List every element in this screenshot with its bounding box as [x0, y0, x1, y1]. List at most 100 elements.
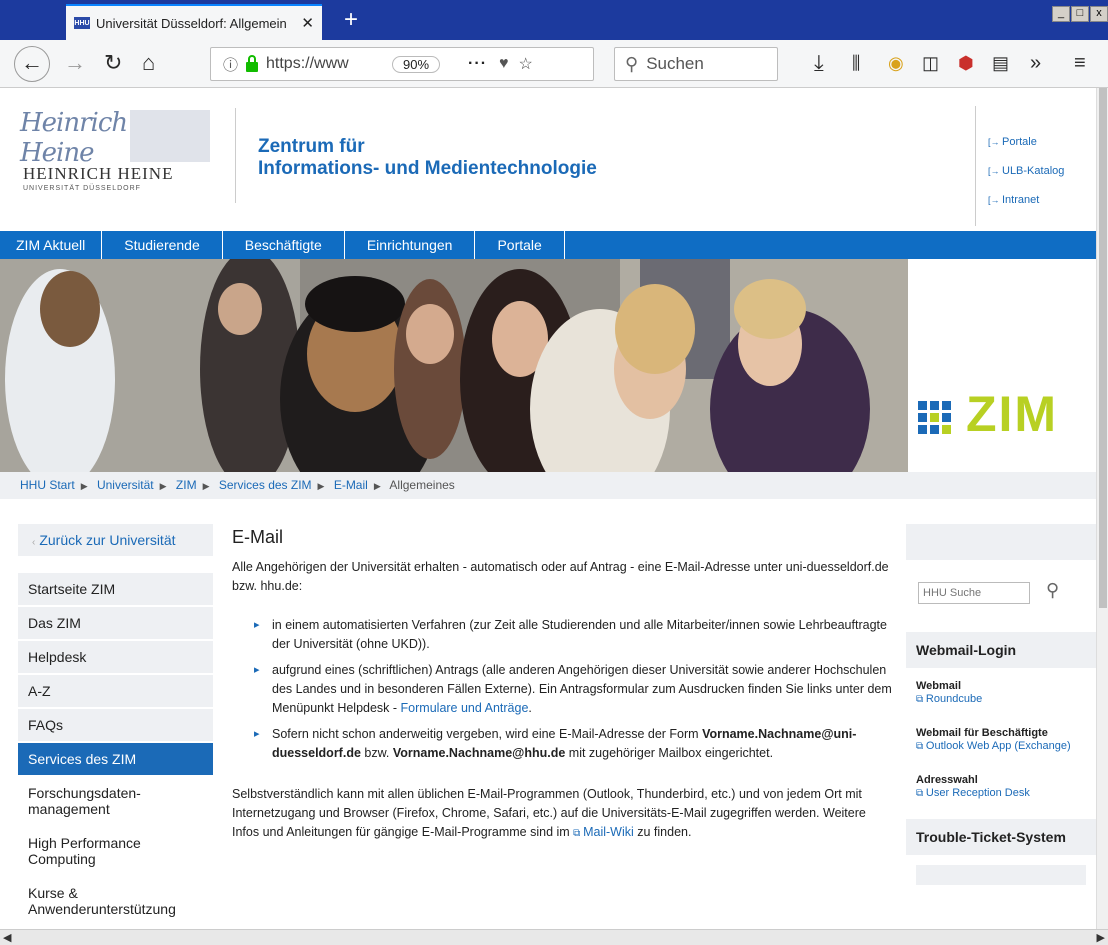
webmail-label: Webmail: [916, 680, 962, 692]
back-to-university-link[interactable]: ‹ Zurück zur Universität: [18, 524, 213, 556]
header-divider: [235, 108, 236, 203]
quicklink-portale[interactable]: Portale: [976, 136, 1090, 149]
address-selection-label: Adresswahl: [916, 774, 978, 786]
main-content: E-Mail Alle Angehörigen der Universität …: [232, 524, 892, 843]
pocket-icon[interactable]: ♥: [499, 55, 509, 73]
right-column: ⚲ Webmail-Login Webmail Roundcube Webmai…: [906, 524, 1096, 885]
bookmark-star-icon[interactable]: ☆: [519, 54, 533, 74]
adblock-icon[interactable]: ⬢: [958, 50, 974, 76]
horizontal-scrollbar[interactable]: ◀ ▶: [0, 929, 1108, 945]
zim-logo-text: ZIM: [966, 386, 1059, 442]
sidebar-item-faqs[interactable]: FAQs: [18, 709, 213, 743]
web-page: Heinrich Heine HEINRICH HEINE UNIVERSITÄ…: [0, 88, 1096, 929]
sidebar-item-startseite[interactable]: Startseite ZIM: [18, 573, 213, 607]
sidebar-item-das-zim[interactable]: Das ZIM: [18, 607, 213, 641]
library-icon[interactable]: ⫼: [852, 50, 860, 76]
sidebar-item-hpc[interactable]: High Performance Computing: [18, 827, 178, 877]
site-title-line2: Informations- und Medientechnologie: [258, 158, 597, 179]
right-column-top: [906, 524, 1096, 560]
outlook-web-app-link[interactable]: Outlook Web App (Exchange): [916, 739, 1086, 754]
quicklink-ulb-katalog[interactable]: ULB-Katalog: [976, 165, 1090, 178]
mail-client-text-end: zu finden.: [633, 825, 692, 839]
back-button[interactable]: ←: [14, 46, 50, 82]
overflow-menu-icon[interactable]: »: [1030, 50, 1041, 76]
sidebar-toggle-icon[interactable]: ◫: [922, 50, 939, 76]
extension-icon[interactable]: ◉: [888, 50, 904, 76]
search-bar[interactable]: ⚲ Suchen: [614, 47, 778, 81]
hhu-search-input[interactable]: [918, 582, 1030, 604]
url-text[interactable]: https://www: [266, 55, 386, 73]
nav-beschaeftigte[interactable]: Beschäftigte: [223, 231, 345, 259]
search-placeholder: Suchen: [646, 54, 704, 73]
roundcube-link[interactable]: Roundcube: [916, 692, 1086, 707]
page-actions-icon[interactable]: ···: [468, 55, 487, 73]
info-icon[interactable]: ⓘ: [223, 54, 238, 75]
search-icon: ⚲: [625, 53, 639, 74]
downloads-icon[interactable]: ⤓: [814, 50, 824, 76]
nav-portale[interactable]: Portale: [475, 231, 565, 259]
user-reception-desk-link[interactable]: User Reception Desk: [916, 786, 1086, 801]
quicklink-intranet[interactable]: Intranet: [976, 194, 1090, 207]
sidebar: ‹ Zurück zur Universität Startseite ZIM D…: [18, 524, 213, 927]
zoom-indicator[interactable]: 90%: [392, 55, 441, 73]
sidebar-item-kurse[interactable]: Kurse & Anwenderunterstützung: [18, 877, 213, 927]
sidebar-item-a-z[interactable]: A-Z: [18, 675, 213, 709]
scroll-left-icon[interactable]: ◀: [3, 931, 11, 944]
nav-studierende[interactable]: Studierende: [102, 231, 223, 259]
maximize-button[interactable]: □: [1071, 6, 1089, 22]
sidebar-item-helpdesk[interactable]: Helpdesk: [18, 641, 213, 675]
university-logo[interactable]: Heinrich Heine HEINRICH HEINE UNIVERSITÄ…: [20, 108, 215, 203]
screenshot-icon[interactable]: ▤: [992, 50, 1009, 76]
back-to-university-label: Zurück zur Universität: [39, 532, 176, 548]
scroll-right-icon[interactable]: ▶: [1097, 931, 1105, 944]
browser-tab[interactable]: HHU Universität Düsseldorf: Allgemein ✕: [66, 4, 322, 40]
sidebar-item-forschungsdaten[interactable]: Forschungsdaten-management: [18, 777, 168, 827]
close-window-button[interactable]: x: [1090, 6, 1108, 22]
sidebar-item-services[interactable]: Services des ZIM: [18, 743, 213, 777]
lock-icon: [246, 55, 259, 72]
favicon-icon: HHU: [74, 17, 90, 29]
ticket-system-box: [916, 865, 1086, 885]
hamburger-menu-icon[interactable]: ≡: [1074, 50, 1086, 76]
search-button-icon[interactable]: ⚲: [1046, 580, 1059, 601]
close-tab-icon[interactable]: ✕: [301, 14, 314, 32]
logo-subtitle: UNIVERSITÄT DÜSSELDORF: [23, 185, 141, 192]
forward-button[interactable]: →: [64, 50, 86, 76]
banner-photo: [0, 259, 908, 472]
breadcrumb-email[interactable]: E-Mail: [334, 478, 368, 492]
site-title[interactable]: Zentrum für Informations- und Medientech…: [258, 136, 597, 180]
webmail-box: Webmail Roundcube Webmail für Beschäftig…: [906, 680, 1096, 801]
url-bar[interactable]: ⓘ https://www 90% ··· ♥ ☆: [210, 47, 594, 81]
external-link-icon: ⧉: [573, 828, 584, 839]
breadcrumb-universitaet[interactable]: Universität: [97, 478, 154, 492]
intro-text: Alle Angehörigen der Universität erhalte…: [232, 560, 889, 593]
reload-button[interactable]: ↻: [104, 50, 122, 76]
breadcrumb-hhu-start[interactable]: HHU Start: [20, 478, 75, 492]
mail-wiki-link[interactable]: ⧉ Mail-Wiki: [573, 825, 634, 839]
ticket-system-title: Trouble-Ticket-System: [906, 819, 1096, 855]
breadcrumb: HHU Start ▶ Universität ▶ ZIM ▶ Services de…: [0, 472, 1096, 499]
main-navigation: ZIM Aktuell Studierende Beschäftigte Ein…: [0, 231, 1096, 259]
zim-logo-box: ZIM: [908, 259, 1096, 472]
breadcrumb-current: Allgemeines: [389, 478, 455, 492]
breadcrumb-zim[interactable]: ZIM: [176, 478, 197, 492]
tab-title: Universität Düsseldorf: Allgemein: [96, 15, 287, 31]
bullet-text: in einem automatisierten Verfahren (zur …: [272, 618, 887, 651]
window-controls: _ □ x: [1051, 6, 1108, 22]
nav-zim-aktuell[interactable]: ZIM Aktuell: [0, 231, 103, 259]
logo-signature: Heinrich Heine: [20, 108, 128, 168]
new-tab-button[interactable]: +: [344, 7, 358, 33]
nav-einrichtungen[interactable]: Einrichtungen: [345, 231, 476, 259]
staff-webmail-label: Webmail für Beschäftigte: [916, 727, 1048, 739]
scrollbar-thumb[interactable]: [1099, 88, 1107, 608]
logo-name: HEINRICH HEINE: [23, 164, 174, 183]
forms-link[interactable]: Formulare und Anträge: [401, 701, 529, 715]
breadcrumb-services[interactable]: Services des ZIM: [219, 478, 312, 492]
vertical-scrollbar[interactable]: [1096, 88, 1108, 929]
browser-titlebar: HHU Universität Düsseldorf: Allgemein ✕ …: [0, 0, 1108, 40]
list-item: in einem automatisierten Verfahren (zur …: [232, 616, 892, 654]
sidebar-menu: Startseite ZIM Das ZIM Helpdesk A-Z FAQs…: [18, 573, 213, 927]
minimize-button[interactable]: _: [1052, 6, 1070, 22]
home-button[interactable]: ⌂: [142, 50, 155, 76]
browser-toolbar: ← → ↻ ⌂ ⓘ https://www 90% ··· ♥ ☆ ⚲ Such…: [0, 40, 1108, 88]
